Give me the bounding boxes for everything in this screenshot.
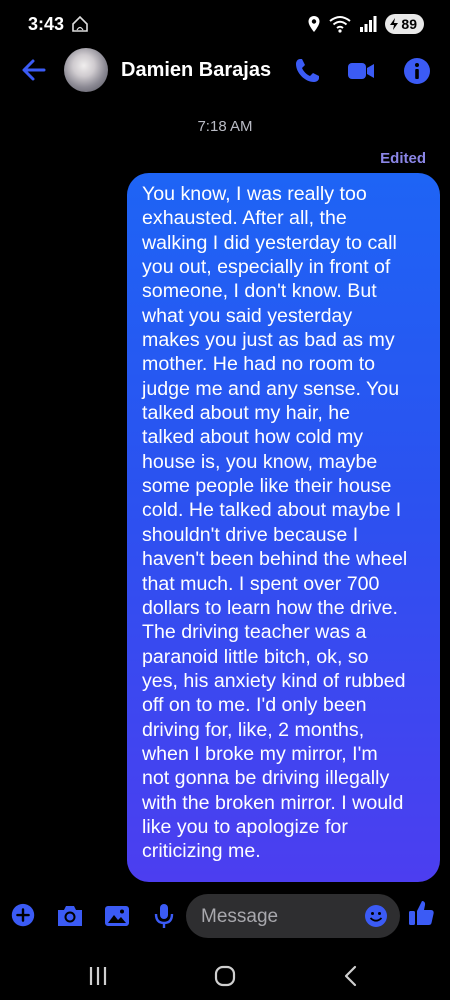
video-call-icon[interactable] bbox=[346, 56, 376, 86]
message-line: with the broken mirror. I would bbox=[142, 791, 404, 814]
emoji-icon[interactable] bbox=[364, 904, 388, 928]
message-line: yes, his anxiety kind of rubbed bbox=[142, 669, 406, 692]
back-icon[interactable] bbox=[338, 962, 366, 990]
status-time: 3:43 bbox=[28, 14, 65, 34]
message-line: not gonna be driving illegally bbox=[142, 767, 390, 790]
message-line: mother. He had no room to bbox=[142, 353, 376, 376]
message-line: like you to apologize for bbox=[142, 815, 348, 838]
plus-icon[interactable] bbox=[8, 902, 38, 930]
message-line: judge me and any sense. You bbox=[142, 377, 400, 400]
info-icon[interactable] bbox=[402, 56, 432, 86]
message-line: makes you just as bad as my bbox=[142, 329, 395, 352]
edited-label: Edited bbox=[380, 150, 426, 167]
composer-bar: Message bbox=[0, 892, 450, 940]
battery-indicator: 89 bbox=[385, 14, 424, 34]
gallery-icon[interactable] bbox=[102, 902, 132, 930]
status-icons: 89 bbox=[307, 12, 424, 36]
message-timestamp: 7:18 AM bbox=[197, 118, 253, 135]
message-bubble[interactable]: You know, I was really too exhausted. Aft… bbox=[127, 173, 440, 882]
message-line: that much. I spent over 700 bbox=[142, 572, 380, 595]
message-line: dollars to learn how the drive. bbox=[142, 596, 398, 619]
back-arrow-icon[interactable] bbox=[20, 56, 48, 84]
message-line: paranoid little bitch, ok, so bbox=[142, 645, 369, 668]
message-line: off on to me. I'd only been bbox=[142, 694, 367, 717]
home-alert-icon bbox=[72, 15, 88, 32]
message-line: shouldn't drive because I bbox=[142, 523, 359, 546]
battery-percent: 89 bbox=[401, 16, 417, 32]
message-line: You know, I was really too bbox=[142, 183, 367, 205]
camera-icon[interactable] bbox=[55, 902, 85, 930]
message-line: talked about how cold my bbox=[142, 426, 364, 449]
recent-apps-icon[interactable] bbox=[84, 962, 112, 990]
status-bar: 3:43 89 bbox=[0, 0, 450, 48]
message-line: walking I did yesterday to call bbox=[142, 231, 397, 254]
message-line: talked about my hair, he bbox=[142, 402, 351, 425]
message-line: someone, I don't know. But bbox=[142, 280, 377, 303]
system-nav-bar bbox=[0, 952, 450, 1000]
message-line: house is, you know, maybe bbox=[142, 450, 378, 473]
location-icon bbox=[308, 16, 320, 32]
avatar[interactable] bbox=[64, 48, 108, 92]
home-icon[interactable] bbox=[211, 962, 239, 990]
message-line: exhausted. After all, the bbox=[142, 207, 347, 230]
message-line: haven't been behind the wheel bbox=[142, 548, 408, 571]
chat-header: Damien Barajas bbox=[0, 48, 450, 96]
battery-icon bbox=[390, 18, 399, 30]
contact-name[interactable]: Damien Barajas bbox=[121, 59, 271, 82]
message-line: cold. He talked about maybe I bbox=[142, 499, 402, 522]
message-line: when I broke my mirror, I'm bbox=[142, 742, 378, 765]
message-line: you out, especially in front of bbox=[142, 256, 391, 279]
message-line: The driving teacher was a bbox=[142, 621, 367, 644]
signal-icon bbox=[360, 16, 377, 32]
message-line: criticizing me. bbox=[142, 840, 261, 863]
phone-icon[interactable] bbox=[292, 56, 322, 86]
message-input[interactable]: Message bbox=[186, 894, 400, 938]
message-line: some people like their house bbox=[142, 475, 392, 498]
thumbs-up-icon[interactable] bbox=[406, 898, 436, 928]
wifi-icon bbox=[329, 16, 352, 33]
message-line: what you said yesterday bbox=[142, 304, 353, 327]
microphone-icon[interactable] bbox=[149, 902, 179, 930]
message-placeholder: Message bbox=[201, 906, 279, 927]
message-line: driving for, like, 2 months, bbox=[142, 718, 365, 741]
